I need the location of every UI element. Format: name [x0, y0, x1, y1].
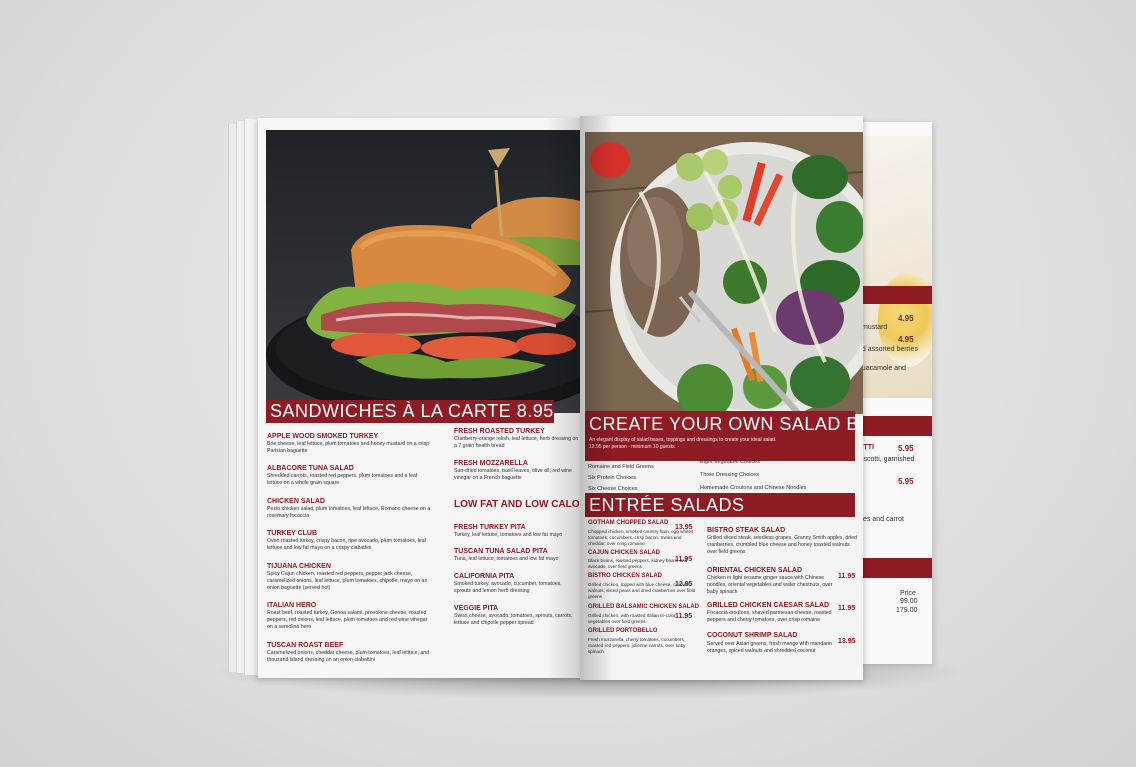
left-page: SANDWICHES À LA CARTE 8.95 APPLE WOOD SM…: [258, 118, 586, 678]
menu-item-name: TUSCAN TUNA SALAD PITA: [454, 548, 548, 555]
menu-item-desc: Fresh mozzarella, cherry tomatoes, cucum…: [588, 637, 686, 655]
sandwich-illustration: [266, 148, 586, 413]
menu-item-name: GOTHAM CHOPPED SALAD: [588, 520, 669, 526]
salad-bar-desc: An elegant display of salad bases, toppi…: [589, 437, 777, 450]
menu-item-name: VEGGIE PITA: [454, 605, 499, 612]
salad-bar-choice: Six Cheese Choices: [588, 486, 638, 492]
salad-bar-choice: Three Dressing Choices: [700, 472, 759, 478]
menu-item-name: TIJUANA CHICKEN: [267, 563, 331, 570]
sandwiches-banner: SANDWICHES À LA CARTE 8.95: [266, 400, 554, 423]
menu-item-desc: Tuna, leaf lettuce, tomatoes and low fat…: [454, 556, 559, 562]
menu-item-name: APPLE WOOD SMOKED TURKEY: [267, 433, 379, 440]
back-page-text: mustard: [862, 324, 888, 331]
menu-item-desc: Smoked turkey, avocado, cucumber, tomato…: [454, 581, 562, 595]
menu-item-desc: Caramelized onions, cheddar cheese, plum…: [267, 650, 430, 664]
menu-item-name: GRILLED PORTOBELLO: [588, 628, 658, 634]
back-page-band-2: [858, 416, 932, 436]
menu-item-desc: Spicy Cajun chicken, roasted red peppers…: [267, 571, 428, 592]
menu-item-name: FRESH TURKEY PITA: [454, 524, 526, 531]
entree-salads-title: ENTRÉE SALADS: [589, 495, 745, 515]
menu-item-name: ALBACORE TUNA SALAD: [267, 465, 354, 472]
back-page-price: 4.95: [898, 335, 914, 344]
back-page: mustard 4.95 4.95 nd assorted berries gu…: [858, 122, 932, 664]
menu-item-desc: Sun-dried tomatoes, basil leaves, olive …: [454, 468, 572, 482]
menu-item-name: CALIFORNIA PITA: [454, 573, 515, 580]
menu-item-desc: Black beans, roasted peppers, kidney bea…: [588, 558, 688, 570]
salad-photo: [585, 132, 863, 414]
menu-item-desc: Grilled chicken, with roasted Italian tr…: [588, 613, 676, 625]
back-page-band-3: [858, 558, 932, 578]
menu-item-desc: Roast beef, roasted turkey, Genoa salami…: [267, 610, 428, 631]
entree-salads-banner: ENTRÉE SALADS: [585, 493, 855, 517]
low-fat-pita-heading: LOW FAT AND LOW CALORIE PITA: [454, 499, 586, 510]
back-page-text: Price: [900, 590, 916, 597]
salad-bar-choice: Eight Vegetable Choices: [700, 459, 760, 465]
menu-item-desc: Chicken in light sesame ginger sauce wit…: [707, 575, 833, 596]
back-page-price: 5.95: [898, 477, 914, 486]
back-page-text: kles and carrot: [858, 516, 904, 523]
menu-item-desc: Swiss cheese, avocado, tomatoes, sprouts…: [454, 613, 573, 627]
menu-item-name: BISTRO CHICKEN SALAD: [588, 573, 663, 579]
right-page: CREATE YOUR OWN SALAD BAR An elegant dis…: [580, 116, 863, 680]
back-page-text: nd assorted berries: [858, 346, 918, 353]
menu-item-price: 11.95: [838, 605, 856, 612]
menu-item-desc: Grilled sliced steak, seedless grapes, G…: [707, 535, 857, 556]
menu-item-desc: Shredded carrots, roasted red peppers, p…: [267, 473, 418, 487]
menu-item-desc: Chopped chicken, smoked country ham, egg…: [588, 529, 695, 547]
menu-item-price: 11.95: [838, 573, 856, 580]
menu-item-name: TUSCAN ROAST BEEF: [267, 642, 344, 649]
back-page-plain-price: 99.00: [900, 598, 918, 605]
menu-item-name: CAJUN CHICKEN SALAD: [588, 550, 661, 556]
back-page-text: biscotti, garnished: [858, 456, 915, 463]
back-page-band-1: [858, 286, 932, 304]
menu-item-name: CHICKEN SALAD: [267, 498, 325, 505]
menu-item-desc: Brie cheese, leaf lettuce, plum tomatoes…: [267, 441, 430, 455]
menu-item-name: ORIENTAL CHICKEN SALAD: [707, 567, 803, 574]
menu-item-desc: Oven roasted turkey, crispy bacon, ripe …: [267, 538, 427, 552]
menu-item-name: TURKEY CLUB: [267, 530, 318, 537]
sandwich-photo: [266, 130, 586, 413]
salad-bar-banner: CREATE YOUR OWN SALAD BAR An elegant dis…: [585, 411, 863, 461]
salad-bar-banner-title: CREATE YOUR OWN SALAD BAR: [589, 414, 863, 434]
menu-item-name: BISTRO STEAK SALAD: [707, 527, 786, 534]
back-page-plain-price: 179.00: [896, 607, 918, 614]
back-page-text: guacamole and: [858, 365, 906, 372]
menu-item-name: ITALIAN HERO: [267, 602, 317, 609]
back-page-price: 4.95: [898, 314, 914, 323]
menu-item-desc: Turkey, leaf lettuce, tomatoes and low f…: [454, 532, 563, 538]
salad-bar-choice: Six Protein Choices: [588, 475, 636, 481]
menu-item-desc: Grilled chicken, topped with blue cheese…: [588, 582, 696, 600]
menu-item-name: FRESH ROASTED TURKEY: [454, 428, 545, 435]
menu-item-desc: Served over Asian greens, fresh mango wi…: [707, 641, 832, 655]
salad-illustration: [585, 132, 863, 414]
sandwiches-banner-title: SANDWICHES À LA CARTE 8.95: [270, 401, 554, 421]
salad-bar-choice: Homemade Croutons and Chinese Noodles: [700, 485, 807, 491]
salad-bar-choice: Romaine and Field Greens: [588, 464, 654, 470]
menu-item-name: GRILLED CHICKEN CAESAR SALAD: [707, 602, 830, 609]
menu-item-desc: Focaccia croutons, shaved parmesan chees…: [707, 610, 832, 624]
menu-item-name: FRESH MOZZARELLA: [454, 460, 528, 467]
menu-item-price: 13.95: [838, 638, 856, 645]
menu-item-name: COCONUT SHRIMP SALAD: [707, 632, 798, 639]
menu-item-name: GRILLED BALSAMIC CHICKEN SALAD: [588, 604, 699, 610]
back-page-price: 5.95: [898, 444, 914, 453]
menu-item-desc: Cranberry-orange relish, leaf lettuce, h…: [454, 436, 579, 450]
menu-item-desc: Pesto chicken salad, plum tomatoes, leaf…: [267, 506, 431, 520]
